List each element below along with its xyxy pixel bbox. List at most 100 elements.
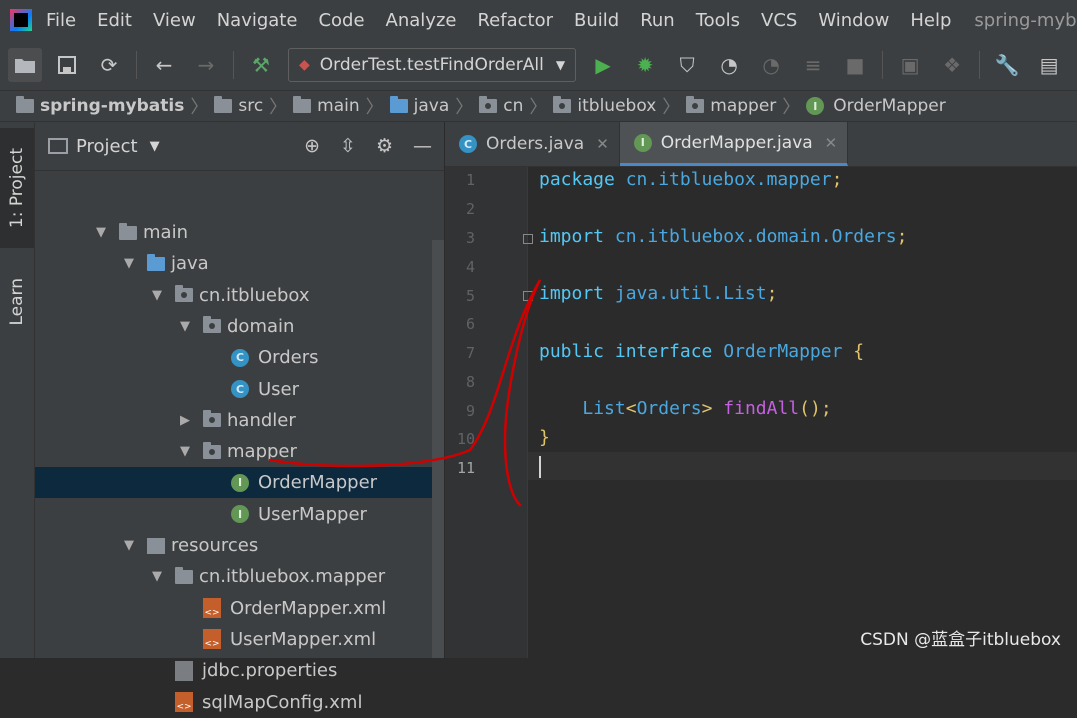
tree-item-cn-itbluebox[interactable]: ▼ cn.itbluebox [35, 280, 444, 311]
project-view-select[interactable]: Project [76, 136, 138, 157]
tree-item-cn-itbluebox-mapper[interactable]: ▼ cn.itbluebox.mapper [35, 561, 444, 592]
forward-arrow-icon[interactable]: → [189, 48, 223, 82]
close-icon[interactable]: ✕ [596, 135, 609, 153]
breadcrumb-src[interactable]: src [214, 96, 263, 116]
hide-panel-icon[interactable]: — [413, 135, 432, 157]
tree-item-ordermapper-xml[interactable]: ▼<>OrderMapper.xml [35, 593, 444, 624]
breadcrumb-mapper[interactable]: mapper [686, 96, 776, 116]
tab-ordermapper-java[interactable]: I OrderMapper.java ✕ [619, 122, 849, 166]
locate-target-icon[interactable]: ⊕ [304, 135, 320, 157]
stop-icon[interactable]: ■ [838, 48, 872, 82]
folder-icon [293, 96, 312, 113]
chevron-down-icon[interactable]: ▼ [121, 538, 137, 553]
breadcrumb-project[interactable]: spring-mybatis [16, 96, 184, 116]
menu-build[interactable]: Build [574, 10, 619, 31]
tree-item-resources[interactable]: ▼ resources [35, 530, 444, 561]
profile-icon[interactable]: ◔ [712, 48, 746, 82]
collapse-all-icon[interactable]: ⇳ [340, 135, 356, 157]
tree-item-ordermapper[interactable]: ▼IOrderMapper [35, 467, 444, 499]
interface-icon: I [231, 473, 249, 492]
menu-navigate[interactable]: Navigate [217, 10, 298, 31]
tree-item-label: sqlMapConfig.xml [202, 691, 363, 713]
menu-edit[interactable]: Edit [97, 10, 132, 31]
close-icon[interactable]: ✕ [825, 134, 838, 152]
tree-item-orders[interactable]: ▼COrders [35, 342, 444, 373]
menu-bar: File Edit View Navigate Code Analyze Ref… [0, 0, 1077, 40]
menu-window[interactable]: Window [818, 10, 889, 31]
chevron-down-icon[interactable]: ▼ [177, 444, 193, 459]
code-line-9[interactable]: List<Orders> findAll(); [539, 395, 831, 423]
left-tool-strip: 1: Project Learn [0, 122, 35, 658]
menu-tools[interactable]: Tools [696, 10, 740, 31]
project-folder-icon [16, 96, 34, 113]
step-icon[interactable]: ≡ [796, 48, 830, 82]
structure-icon[interactable]: ▤ [1032, 48, 1066, 82]
window-title: spring-mybatis [D:\ [974, 9, 1077, 31]
menu-help[interactable]: Help [910, 10, 951, 31]
menu-view[interactable]: View [153, 10, 196, 31]
chevron-down-icon[interactable]: ▼ [93, 225, 109, 240]
device-icon[interactable]: ▣ [893, 48, 927, 82]
line-number: 3 [465, 229, 475, 247]
breadcrumb-cn[interactable]: cn [479, 96, 523, 116]
breadcrumb-java[interactable]: java [389, 96, 449, 116]
menu-file[interactable]: File [46, 10, 76, 31]
breadcrumb-ordermapper[interactable]: I OrderMapper [806, 96, 946, 116]
attach-icon[interactable]: ◔ [754, 48, 788, 82]
tree-item-domain[interactable]: ▼ domain [35, 311, 444, 342]
tree-item-jdbc-properties[interactable]: ▼jdbc.properties [35, 655, 444, 686]
tab-orders-java[interactable]: C Orders.java ✕ [445, 122, 620, 166]
tree-item-user[interactable]: ▼CUser [35, 374, 444, 405]
menu-code[interactable]: Code [318, 10, 364, 31]
tree-item-mapper[interactable]: ▼ mapper [35, 436, 444, 467]
chevron-down-icon[interactable]: ▼ [149, 288, 165, 303]
interface-icon: I [633, 133, 652, 152]
hammer-icon[interactable]: ⚒ [244, 48, 278, 82]
tree-item-handler[interactable]: ▶ handler [35, 405, 444, 436]
chevron-down-icon[interactable]: ▼ [177, 319, 193, 334]
tab-learn-tool[interactable]: Learn [0, 262, 34, 342]
code-editor: C Orders.java ✕ I OrderMapper.java ✕ 1 2… [445, 122, 1077, 658]
code-line-3[interactable]: import cn.itbluebox.domain.Orders; [539, 223, 907, 251]
menu-vcs[interactable]: VCS [761, 10, 797, 31]
menu-refactor[interactable]: Refactor [477, 10, 553, 31]
chevron-down-icon[interactable]: ▼ [150, 139, 160, 154]
tree-item-label: jdbc.properties [202, 660, 338, 682]
deploy-icon[interactable]: ❖ [935, 48, 969, 82]
coverage-icon[interactable]: ⛉ [670, 48, 704, 82]
tree-item-usermapper[interactable]: ▼IUserMapper [35, 499, 444, 530]
code-line-7[interactable]: public interface OrderMapper { [539, 338, 864, 366]
gear-icon[interactable]: ⚙ [376, 135, 393, 157]
sync-icon[interactable]: ⟳ [92, 48, 126, 82]
chevron-right-icon[interactable]: ▶ [177, 413, 193, 428]
fold-marker-icon[interactable] [523, 234, 533, 244]
chevron-down-icon[interactable]: ▼ [121, 256, 137, 271]
tab-project-tool[interactable]: 1: Project [0, 128, 34, 248]
run-configuration-select[interactable]: ◆ OrderTest.testFindOrderAll ▼ [288, 48, 577, 82]
code-line-10[interactable]: } [539, 424, 550, 452]
fold-marker-icon[interactable] [523, 291, 533, 301]
menu-analyze[interactable]: Analyze [386, 10, 457, 31]
back-arrow-icon[interactable]: ← [147, 48, 181, 82]
save-icon[interactable] [50, 48, 84, 82]
run-configuration-label: OrderTest.testFindOrderAll [319, 55, 544, 75]
package-icon [203, 410, 221, 428]
chevron-down-icon[interactable]: ▼ [149, 569, 165, 584]
tree-item-sqlmapconfig-xml[interactable]: ▼<>sqlMapConfig.xml [35, 687, 444, 718]
tree-item-label: domain [227, 315, 295, 337]
project-tree-scrollbar[interactable] [432, 240, 444, 658]
open-folder-icon[interactable] [8, 48, 42, 82]
breadcrumb-itbluebox[interactable]: itbluebox [553, 96, 656, 116]
tree-item-main[interactable]: ▼ main [35, 217, 444, 248]
code-line-1[interactable]: package cn.itbluebox.mapper; [539, 166, 842, 194]
tree-item-usermapper-xml[interactable]: ▼<>UserMapper.xml [35, 624, 444, 655]
toolbar-separator [882, 51, 884, 79]
run-icon[interactable]: ▶ [586, 48, 620, 82]
tree-item-java[interactable]: ▼ java [35, 248, 444, 279]
code-line-5[interactable]: import java.util.List; [539, 280, 777, 308]
wrench-icon[interactable]: 🔧 [990, 48, 1024, 82]
breadcrumb-main[interactable]: main [293, 96, 360, 116]
line-number-gutter[interactable]: 1 2 3 4 5 6 7 8 9 10 11 [445, 167, 533, 658]
menu-run[interactable]: Run [640, 10, 675, 31]
debug-icon[interactable]: ✹ [628, 48, 662, 82]
